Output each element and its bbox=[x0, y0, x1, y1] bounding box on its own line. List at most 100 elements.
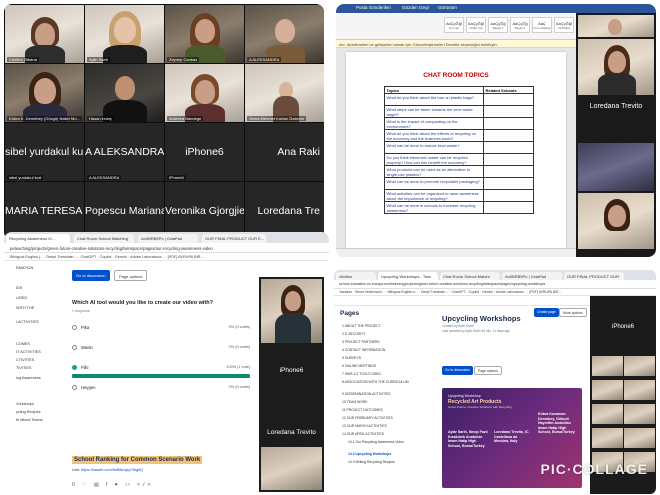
participant-video[interactable] bbox=[578, 143, 654, 191]
browser-tab[interactable]: An0BRB5Po | CidaPad bbox=[138, 234, 198, 243]
participant-video[interactable] bbox=[624, 428, 655, 448]
nav-item[interactable]: IT ACTIVITIES bbox=[16, 350, 41, 354]
browser-tab[interactable]: Chat Room School Matching bbox=[74, 234, 134, 243]
nav-item[interactable]: CTIVITIES bbox=[16, 358, 34, 362]
bookmark[interactable]: Gemini bbox=[115, 255, 127, 259]
more-options-button[interactable]: More options bbox=[559, 308, 587, 317]
nav-item[interactable]: IDS bbox=[16, 286, 22, 290]
participant-tile[interactable]: Aylin Sarih bbox=[85, 5, 164, 63]
document-page[interactable]: CHAT ROOM TOPICS Topics Related Schools W… bbox=[346, 52, 566, 248]
bookmark[interactable]: Deepl Translate:... bbox=[46, 255, 77, 259]
tree-item[interactable]: 11 PROJECT OUTCOMES bbox=[342, 408, 383, 412]
bookmark[interactable]: Copilot bbox=[100, 255, 112, 259]
bookmark[interactable]: Copilot bbox=[469, 290, 480, 294]
participant-tile[interactable]: Hasan erdeş bbox=[85, 64, 164, 122]
participant-tile[interactable]: MARIA TERESA VI... MARIA TERESA VIGNA bbox=[5, 182, 84, 239]
bookmark[interactable]: [PDF] AVRUPA BİR... bbox=[168, 255, 204, 259]
participant-tile[interactable]: Kübra K. Demirbey (Gözgü) Nailer Mo... bbox=[5, 64, 84, 122]
table-cell[interactable] bbox=[483, 141, 534, 154]
radio-button[interactable] bbox=[72, 325, 77, 330]
participant-tile[interactable]: Cristina Zlibana bbox=[5, 5, 84, 63]
bookmark[interactable]: ChatGPT bbox=[81, 255, 97, 259]
bookmark[interactable]: Bilingual English s... bbox=[388, 290, 418, 294]
style-title[interactable]: AaÇ Konu Başlığı bbox=[532, 17, 552, 33]
tree-item[interactable]: 4 CONTACT INFORMATION bbox=[342, 348, 385, 352]
participant-tile[interactable]: Veronika Gjorgjievs... Veronika Gjorgjie… bbox=[165, 182, 244, 239]
tree-item[interactable]: 12 OUR FEBRUARY ACTIVITIES bbox=[342, 416, 393, 420]
browser-tab[interactable]: OUR FINAL PRODUCT OUR E... bbox=[202, 234, 266, 243]
tree-item[interactable]: 5 SURVEYS bbox=[342, 356, 361, 360]
nav-item[interactable]: COMES bbox=[16, 342, 30, 346]
table-cell[interactable]: Do you think electronic waste can be rec… bbox=[384, 153, 484, 166]
tree-item[interactable]: 3 PROJECT PARTNERS bbox=[342, 340, 380, 344]
participant-tile[interactable]: Sema Mehmet Kurtan Özdemir bbox=[245, 64, 324, 122]
menu-item[interactable]: Görünüm bbox=[438, 5, 457, 10]
participant-video[interactable] bbox=[578, 39, 654, 95]
table-cell[interactable]: What can be done to reduce food waste? bbox=[384, 141, 484, 154]
participant-tile[interactable]: sibel yurdakul kurt sibel yurdakul kurt bbox=[5, 123, 84, 181]
bookmark[interactable]: Sema Vesilevsoni... bbox=[355, 290, 385, 294]
tree-item[interactable]: 14.3 Writing Recycling Recipes bbox=[348, 460, 395, 464]
nav-item[interactable]: Vorkshops bbox=[16, 402, 34, 406]
tree-item[interactable]: 6 ONLINE MEETINGS bbox=[342, 364, 376, 368]
participant-tile[interactable]: Loredana Tre Loredana Trevito bbox=[245, 182, 324, 239]
table-cell[interactable]: What can be done to promote recyclable p… bbox=[384, 177, 484, 190]
participant-tile[interactable]: Popescu Mariana Popescu Mariana bbox=[85, 182, 164, 239]
participant-tile[interactable]: Zeynep Canbaz bbox=[165, 5, 244, 63]
bookmark[interactable]: Adobe Laboratuva... bbox=[496, 290, 527, 294]
style-normal[interactable]: AaÇçĞğİ Normal bbox=[444, 17, 464, 33]
tree-item[interactable]: 9 DISSEMINATION ACTIVITIES bbox=[342, 392, 391, 396]
table-cell[interactable] bbox=[483, 189, 534, 202]
tree-item[interactable]: 2 E-SECURITY bbox=[342, 332, 365, 336]
radio-button[interactable] bbox=[72, 385, 77, 390]
table-cell[interactable] bbox=[483, 177, 534, 190]
nav-item[interactable]: RMATION bbox=[16, 266, 33, 270]
page-options-button[interactable]: Page options bbox=[474, 366, 502, 375]
address-bar[interactable]: school-education.ec.europa.eu/etwinning/… bbox=[334, 280, 656, 289]
table-cell[interactable]: What steps can be taken towards the zero… bbox=[384, 105, 484, 118]
menu-item[interactable]: Gözden Geçir bbox=[402, 5, 430, 10]
participant-video[interactable] bbox=[624, 356, 655, 376]
table-cell[interactable]: What products can be used as an alternat… bbox=[384, 165, 484, 178]
participant-tile[interactable]: A ALEKSANDRA A ALEKSANDRA bbox=[85, 123, 164, 181]
table-cell[interactable] bbox=[483, 201, 534, 214]
participant-video[interactable] bbox=[261, 447, 322, 490]
tree-item[interactable]: 13 OUR MARCH ACTIVITIES bbox=[342, 424, 387, 428]
nav-item[interactable]: I ACTIVITIES bbox=[16, 320, 39, 324]
participant-tile[interactable]: Andreea Bandege bbox=[165, 64, 244, 122]
nav-item[interactable]: LIRED bbox=[16, 296, 27, 300]
participant-video[interactable] bbox=[624, 380, 655, 400]
participant-video[interactable] bbox=[624, 404, 655, 424]
table-cell[interactable] bbox=[483, 93, 534, 106]
table-cell[interactable]: What can be done in schools to increase … bbox=[384, 201, 484, 214]
participant-tile[interactable]: iPhone6 iPhone6 bbox=[165, 123, 244, 181]
bookmark[interactable]: Gemini bbox=[482, 290, 493, 294]
bookmark[interactable]: ChatGPT bbox=[451, 290, 465, 294]
table-cell[interactable] bbox=[483, 153, 534, 166]
tree-item[interactable]: 1 ABOUT THE PROJECT bbox=[342, 324, 381, 328]
bookmark[interactable]: Yazılalar bbox=[339, 290, 352, 294]
participant-video[interactable] bbox=[592, 404, 623, 424]
participant-video[interactable] bbox=[592, 356, 623, 376]
style-heading-2[interactable]: AaÇçĞğ Başlık 2 bbox=[510, 17, 530, 33]
menu-item[interactable]: Posta Gönderileri bbox=[356, 5, 391, 10]
table-cell[interactable]: What do you think about the ban on plast… bbox=[384, 93, 484, 106]
bookmark[interactable]: Bilingual English j... bbox=[10, 255, 43, 259]
participant-video[interactable] bbox=[578, 15, 654, 37]
reaction-toolbar[interactable]: 0 ♡ ▤ f ♥ ⚇ </> bbox=[72, 482, 153, 488]
radio-button[interactable] bbox=[72, 345, 77, 350]
table-cell[interactable] bbox=[483, 105, 534, 118]
address-bar[interactable]: peteaching/projects/green-future-creativ… bbox=[4, 243, 329, 253]
table-cell[interactable] bbox=[483, 117, 534, 130]
table-cell[interactable]: What is the impact of composting on the … bbox=[384, 117, 484, 130]
table-cell[interactable]: What do you think about the effects of r… bbox=[384, 129, 484, 142]
poll-option[interactable]: Heygen 0% (0 votes) bbox=[72, 384, 250, 394]
nav-item[interactable]: WITH THE bbox=[16, 306, 34, 310]
tree-item[interactable]: 8 ASSOCIATION WITH THE CURRICULUM bbox=[342, 380, 409, 384]
browser-tab[interactable]: Recycling Awareness Vi... bbox=[6, 234, 70, 243]
page-options-button[interactable]: Page options bbox=[114, 270, 148, 281]
create-page-button[interactable]: Create page bbox=[534, 308, 559, 317]
tree-item[interactable]: 14 OUR APRIL ACTIVITIES bbox=[342, 432, 384, 436]
poll-option[interactable]: Pika 0% (0 votes) bbox=[72, 324, 250, 334]
participant-tile[interactable]: A ALEKSANDRA bbox=[245, 5, 324, 63]
